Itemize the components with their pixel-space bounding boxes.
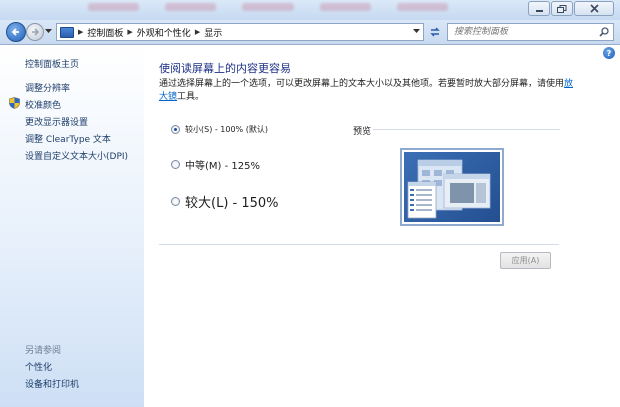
sidebar-item-devices-printers[interactable]: 设备和打印机 [25,377,79,390]
navigation-bar: ▶ 控制面板 ▶ 外观和个性化 ▶ 显示 [0,20,620,44]
radio-larger[interactable] [171,197,180,206]
sidebar-item-change-display-settings[interactable]: 更改显示器设置 [25,115,88,128]
option-larger[interactable]: 较大(L) - 150% [171,192,279,211]
maximize-button[interactable] [551,1,573,16]
see-also-title: 另请参阅 [25,346,62,356]
history-dropdown-icon[interactable] [45,29,52,34]
breadcrumb-appearance[interactable]: 外观和个性化 [137,26,191,39]
close-button[interactable] [574,1,614,16]
option-smaller-label: 较小(S) - 100% (默认) [185,125,268,134]
restore-icon [557,4,567,13]
option-larger-label: 较大(L) - 150% [185,196,279,211]
main-content: ? 使阅读屏幕上的内容更容易 通过选择屏幕上的一个选项，可以更改屏幕上的文本大小… [144,45,620,407]
option-medium-label: 中等(M) - 125% [185,161,260,172]
sidebar-item-calibrate-color[interactable]: 校准颜色 [25,98,61,111]
back-arrow-icon [11,28,19,36]
description-text: 通过选择屏幕上的一个选项，可以更改屏幕上的文本大小以及其他项。若要暂时放大部分屏… [159,79,565,89]
radio-smaller[interactable] [171,125,180,134]
preview-divider [373,129,560,130]
minimize-icon [535,10,543,12]
search-box[interactable] [447,23,614,41]
window-titlebar [0,0,620,20]
radio-medium[interactable] [171,160,180,169]
back-button[interactable] [6,22,26,42]
preview-image [400,148,504,226]
option-smaller[interactable]: 较小(S) - 100% (默认) [171,124,268,135]
search-icon[interactable] [599,27,609,37]
sidebar-item-personalization[interactable]: 个性化 [25,360,52,373]
refresh-button[interactable] [428,25,442,39]
minimize-button[interactable] [528,1,550,16]
breadcrumb-separator-icon[interactable]: ▶ [127,28,132,36]
preview-label: 预览 [353,127,372,137]
close-icon [589,4,599,13]
address-dropdown-icon[interactable] [413,29,420,34]
sidebar: 控制面板主页 调整分辨率 校准颜色 更改显示器设置 调整 ClearType 文… [0,45,144,407]
apply-button[interactable]: 应用(A) [500,252,551,269]
preview-screen [404,152,500,222]
page-title: 使阅读屏幕上的内容更容易 [159,62,291,75]
window-body: 控制面板主页 调整分辨率 校准颜色 更改显示器设置 调整 ClearType 文… [0,44,620,407]
breadcrumb-display[interactable]: 显示 [204,26,222,39]
search-input[interactable] [448,24,588,40]
breadcrumb-separator-icon[interactable]: ▶ [195,28,200,36]
window-controls [528,1,614,16]
forward-button[interactable] [26,23,44,41]
uac-shield-icon [9,97,20,109]
description-suffix: 工具。 [177,92,205,102]
forward-arrow-icon [32,28,40,36]
blurred-title-area [88,3,449,15]
refresh-icon [430,27,440,37]
content-divider [159,244,559,245]
control-panel-icon [60,26,74,38]
sidebar-item-adjust-resolution[interactable]: 调整分辨率 [25,81,70,94]
sidebar-item-custom-text-size[interactable]: 设置自定义文本大小(DPI) [25,149,128,162]
page-description: 通过选择屏幕上的一个选项，可以更改屏幕上的文本大小以及其他项。若要暂时放大部分屏… [159,78,574,104]
breadcrumb-control-panel[interactable]: 控制面板 [87,26,123,39]
sidebar-control-panel-home[interactable]: 控制面板主页 [25,57,79,70]
sidebar-item-adjust-cleartype[interactable]: 调整 ClearType 文本 [25,132,111,145]
option-medium[interactable]: 中等(M) - 125% [171,157,260,172]
breadcrumb-separator-icon[interactable]: ▶ [78,28,83,36]
help-icon[interactable]: ? [603,47,615,59]
preview-windows-illustration [407,159,491,219]
address-bar[interactable]: ▶ 控制面板 ▶ 外观和个性化 ▶ 显示 [56,23,424,41]
